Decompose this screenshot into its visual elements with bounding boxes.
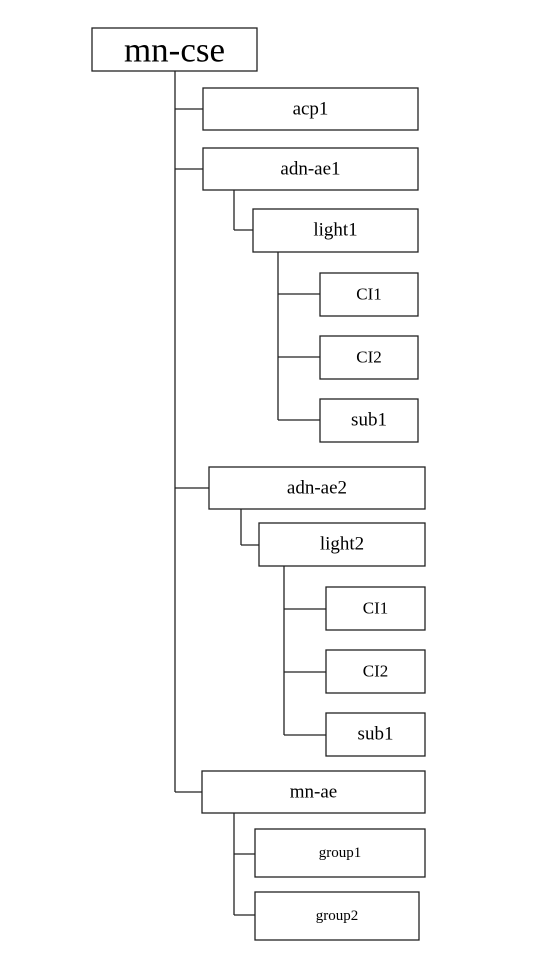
node-group1: group1 xyxy=(254,828,426,878)
node-label: light2 xyxy=(320,534,364,555)
node-light1-ci1: CI1 xyxy=(319,272,419,317)
node-label: CI1 xyxy=(356,285,382,304)
node-label: mn-cse xyxy=(124,31,225,70)
node-label: acp1 xyxy=(293,99,329,120)
node-label: light1 xyxy=(313,220,357,241)
node-label: CI1 xyxy=(363,599,389,618)
node-light1-sub1: sub1 xyxy=(319,398,419,443)
node-label: group2 xyxy=(316,908,359,924)
node-label: adn-ae1 xyxy=(280,159,340,180)
node-group2: group2 xyxy=(254,891,420,941)
node-mn-ae: mn-ae xyxy=(201,770,426,814)
node-acp1: acp1 xyxy=(202,87,419,131)
node-label: sub1 xyxy=(358,724,394,745)
node-label: group1 xyxy=(319,845,362,861)
node-light2-sub1: sub1 xyxy=(325,712,426,757)
node-label: mn-ae xyxy=(290,782,337,803)
node-label: sub1 xyxy=(351,410,387,431)
node-adn-ae1: adn-ae1 xyxy=(202,147,419,191)
node-label: CI2 xyxy=(356,348,382,367)
resource-tree-diagram: mn-cse acp1 adn-ae1 light1 CI1 CI2 sub1 … xyxy=(91,27,426,941)
node-mn-cse: mn-cse xyxy=(91,27,258,72)
node-adn-ae2: adn-ae2 xyxy=(208,466,426,510)
node-label: adn-ae2 xyxy=(287,478,347,499)
node-light2: light2 xyxy=(258,522,426,567)
node-light1-ci2: CI2 xyxy=(319,335,419,380)
node-light1: light1 xyxy=(252,208,419,253)
node-light2-ci2: CI2 xyxy=(325,649,426,694)
node-light2-ci1: CI1 xyxy=(325,586,426,631)
node-label: CI2 xyxy=(363,662,389,681)
